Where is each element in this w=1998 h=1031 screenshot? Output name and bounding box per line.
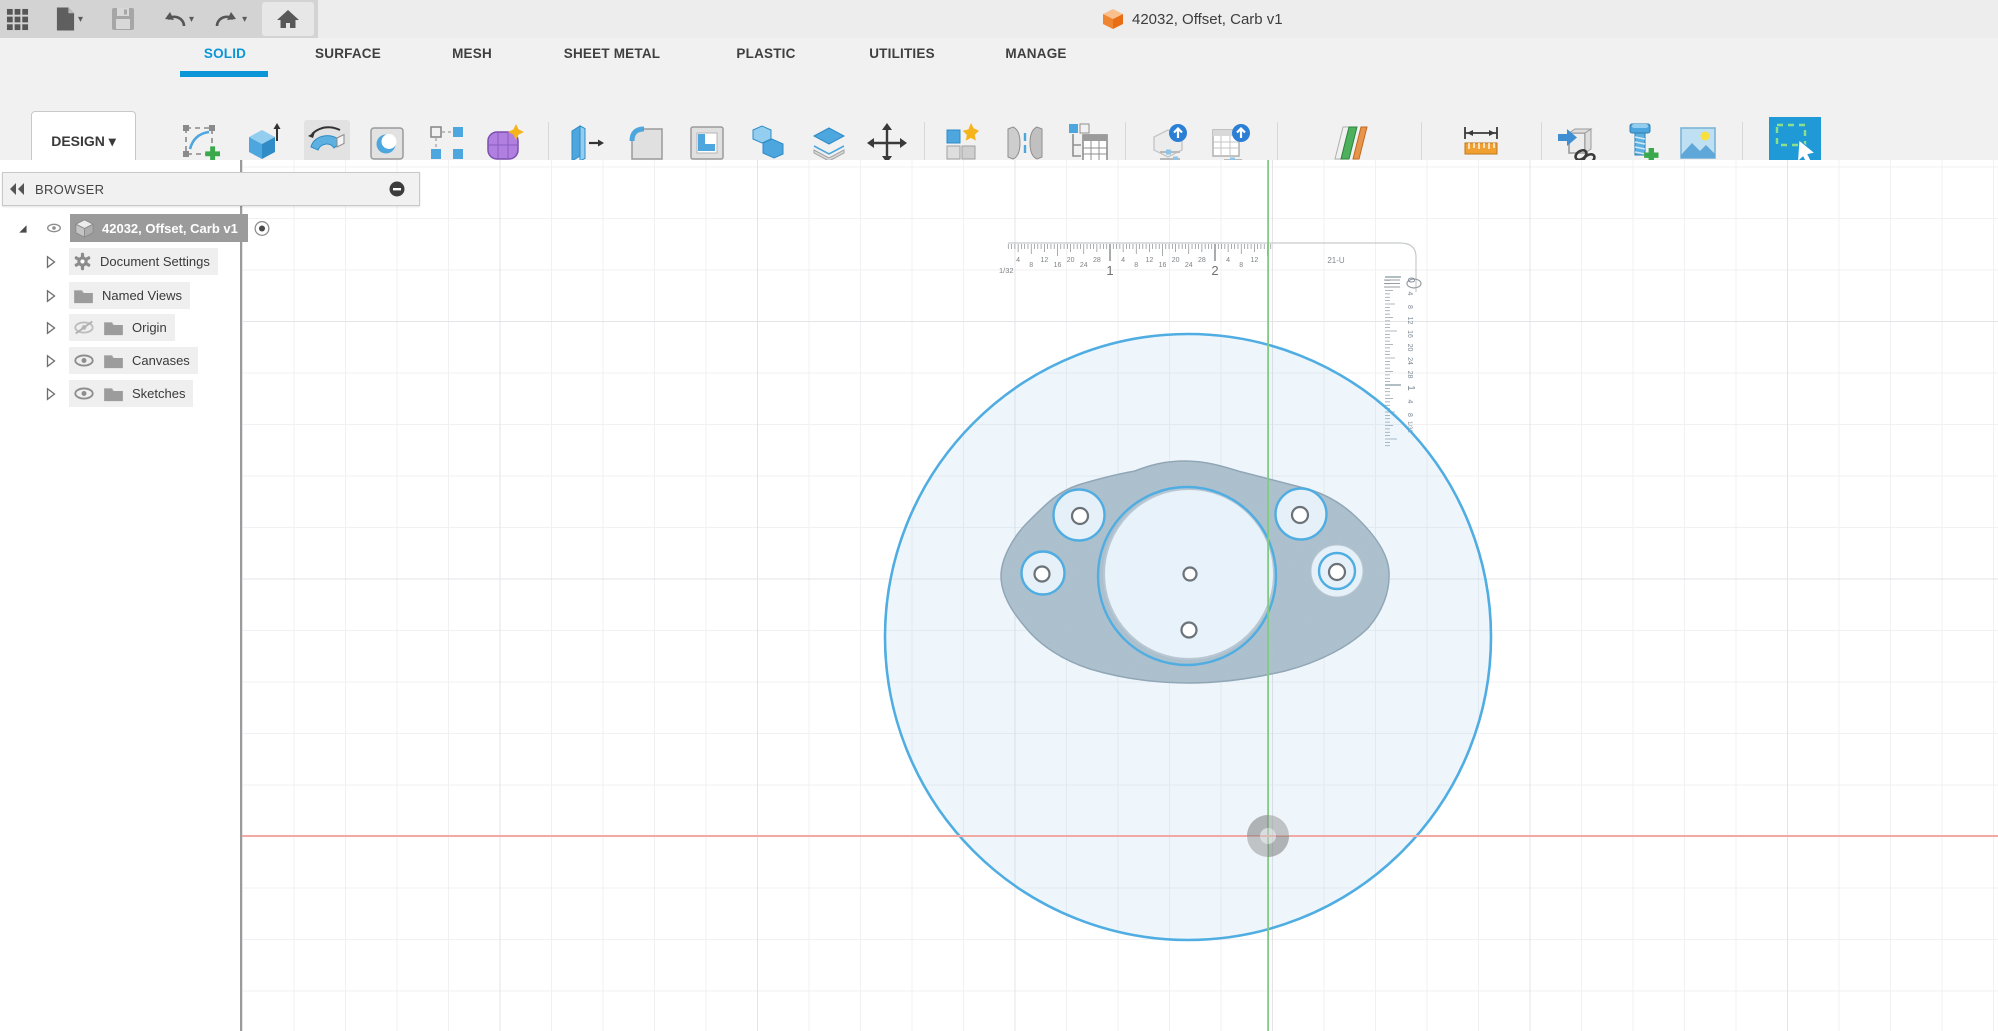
browser-root-selection[interactable]: 42032, Offset, Carb v1 <box>70 214 248 242</box>
browser-title: BROWSER <box>35 182 104 197</box>
canvases-label: Canvases <box>132 353 190 368</box>
browser-item-sketches[interactable]: Sketches <box>43 380 193 407</box>
ribbon: SOLID SURFACE MESH SHEET METAL PLASTIC U… <box>0 38 1998 161</box>
folder-icon <box>103 352 124 369</box>
tab-surface[interactable]: SURFACE <box>315 46 381 61</box>
tab-solid[interactable]: SOLID <box>204 46 246 61</box>
folder-icon <box>103 385 124 402</box>
file-menu-button[interactable]: ▾ <box>49 2 89 36</box>
visibility-eye-icon[interactable] <box>73 386 95 401</box>
minimize-browser-icon[interactable] <box>389 181 405 197</box>
app-grid-icon[interactable] <box>0 2 35 36</box>
collapsed-triangle-icon[interactable] <box>43 254 59 270</box>
component-cube-icon <box>75 219 94 238</box>
tab-manage[interactable]: MANAGE <box>1005 46 1066 61</box>
visibility-off-eye-icon[interactable] <box>73 320 95 335</box>
collapsed-triangle-icon[interactable] <box>43 320 59 336</box>
document-settings-label: Document Settings <box>100 254 210 269</box>
redo-button[interactable]: ▾ <box>208 2 253 36</box>
sketches-label: Sketches <box>132 386 185 401</box>
file-menu-caret-icon: ▾ <box>78 14 83 25</box>
browser-item-root[interactable]: 42032, Offset, Carb v1 <box>14 214 270 242</box>
viewport-canvas[interactable]: 4812162024284812162024284812121/3221-U04… <box>0 160 1998 1031</box>
tab-plastic[interactable]: PLASTIC <box>736 46 795 61</box>
gear-icon <box>73 252 92 271</box>
collapsed-triangle-icon[interactable] <box>43 288 59 304</box>
canvas-grid <box>0 160 1998 1031</box>
browser-header[interactable]: BROWSER <box>2 172 420 206</box>
save-button[interactable] <box>105 2 141 36</box>
browser-item-named-views[interactable]: Named Views <box>43 282 190 309</box>
visibility-eye-icon[interactable] <box>46 220 62 236</box>
browser-panel-border[interactable] <box>240 160 242 1031</box>
redo-caret-icon[interactable]: ▾ <box>242 14 247 25</box>
collapsed-triangle-icon[interactable] <box>43 353 59 369</box>
undo-caret-icon[interactable]: ▾ <box>189 14 194 25</box>
application-top-bar: ▾ ▾ ▾ 42032, Offset, Carb v1 <box>0 0 1998 38</box>
undo-button[interactable]: ▾ <box>155 2 200 36</box>
document-title: 42032, Offset, Carb v1 <box>1102 0 1283 38</box>
browser-item-origin[interactable]: Origin <box>43 314 175 341</box>
browser-item-canvases[interactable]: Canvases <box>43 347 198 374</box>
home-view-button[interactable] <box>262 2 314 36</box>
active-tab-underline <box>180 71 268 77</box>
tab-utilities[interactable]: UTILITIES <box>869 46 935 61</box>
activate-component-radio[interactable] <box>254 220 270 236</box>
root-component-label: 42032, Offset, Carb v1 <box>102 221 238 236</box>
visibility-eye-icon[interactable] <box>73 353 95 368</box>
tab-sheet-metal[interactable]: SHEET METAL <box>564 46 660 61</box>
tab-mesh[interactable]: MESH <box>452 46 492 61</box>
document-title-text: 42032, Offset, Carb v1 <box>1132 11 1283 28</box>
folder-icon <box>103 319 124 336</box>
folder-icon <box>73 287 94 304</box>
document-cube-icon <box>1102 8 1124 30</box>
collapse-panel-icon[interactable] <box>8 182 25 196</box>
collapsed-triangle-icon[interactable] <box>43 386 59 402</box>
expanded-triangle-icon[interactable] <box>14 220 30 236</box>
named-views-label: Named Views <box>102 288 182 303</box>
origin-label: Origin <box>132 320 167 335</box>
browser-item-document-settings[interactable]: Document Settings <box>43 248 218 275</box>
